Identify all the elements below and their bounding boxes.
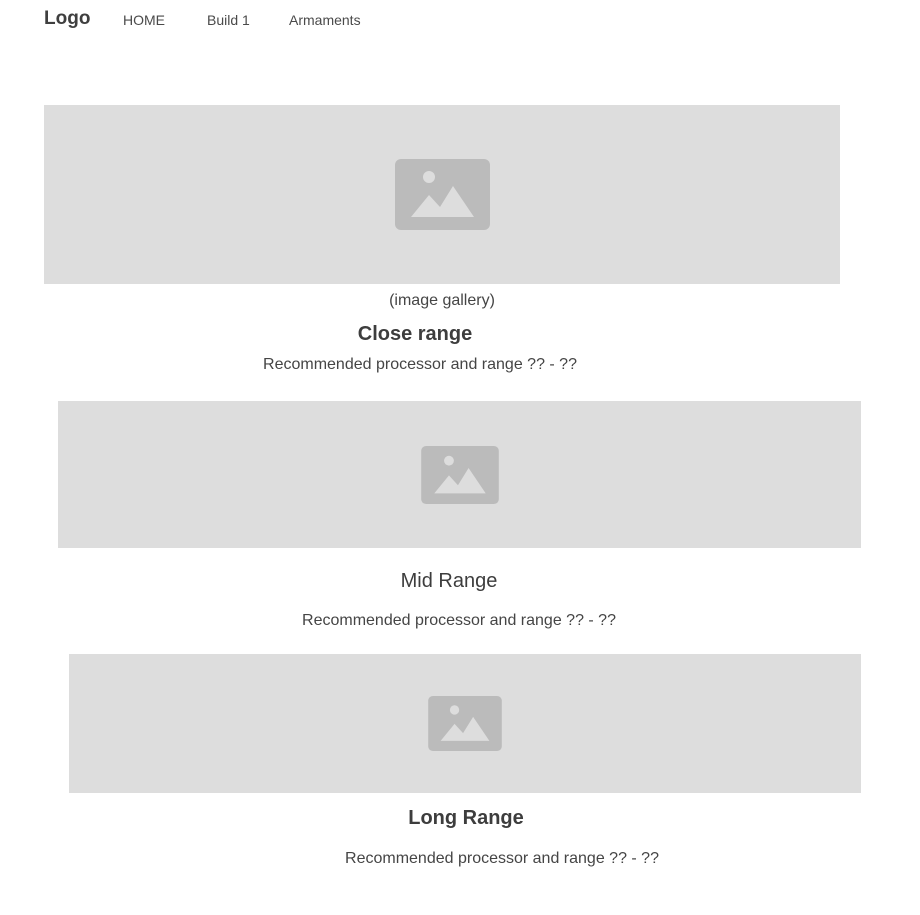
section-description-close-range: Recommended processor and range ?? - ?? — [263, 356, 577, 373]
section-title-mid-range: Mid Range — [400, 570, 498, 592]
image-placeholder-icon — [394, 159, 490, 230]
nav-link-home[interactable]: HOME — [123, 12, 165, 28]
image-placeholder-icon — [420, 445, 499, 504]
image-placeholder-icon — [428, 696, 502, 751]
section-description-mid-range: Recommended processor and range ?? - ?? — [302, 612, 616, 629]
gallery-caption: (image gallery) — [389, 292, 495, 309]
section-image-close-range[interactable] — [58, 401, 861, 548]
nav-link-build-1[interactable]: Build 1 — [207, 12, 250, 28]
logo[interactable]: Logo — [44, 8, 90, 30]
image-gallery[interactable] — [44, 105, 840, 284]
section-description-long-range: Recommended processor and range ?? - ?? — [345, 850, 659, 867]
section-title-close-range: Close range — [357, 323, 473, 345]
nav-link-armaments[interactable]: Armaments — [289, 12, 361, 28]
section-image-mid-range[interactable] — [69, 654, 861, 793]
section-title-long-range: Long Range — [408, 807, 524, 829]
